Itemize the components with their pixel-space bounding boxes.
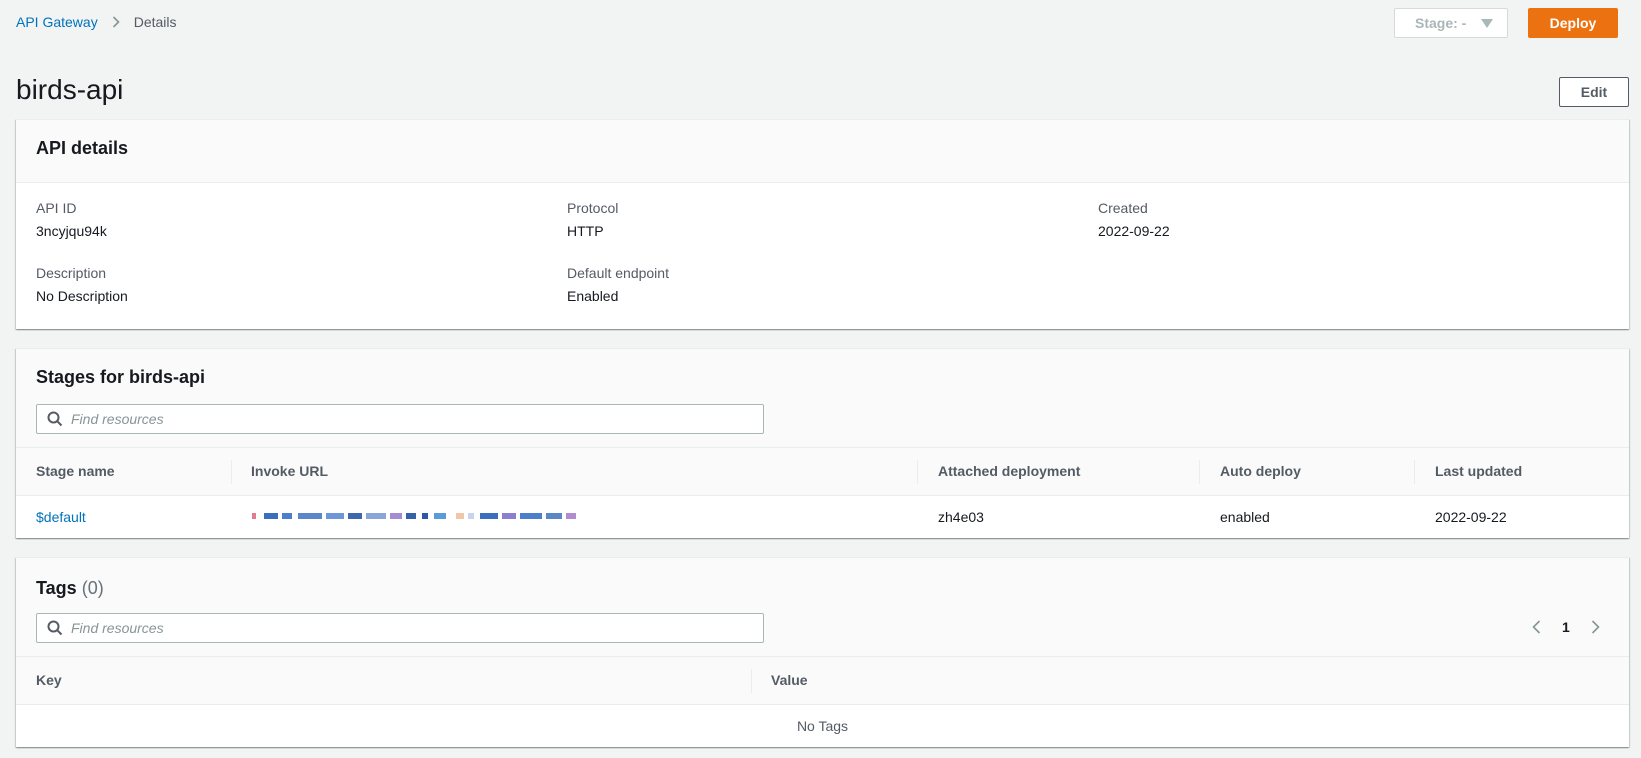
- stage-select-label: Stage: -: [1415, 15, 1467, 31]
- column-divider: [1414, 460, 1415, 484]
- tags-empty-message: No Tags: [796, 718, 849, 734]
- stages-panel: Stages for birds-api Stage name Invoke U…: [16, 348, 1629, 538]
- breadcrumb-current: Details: [133, 14, 177, 30]
- default-endpoint-value: Enabled: [567, 288, 619, 304]
- description-value: No Description: [36, 288, 128, 304]
- description-field: Description No Description: [36, 265, 128, 304]
- tags-title-text: Tags: [36, 578, 77, 598]
- tags-panel: Tags (0) Key Value No Tags: [16, 557, 1629, 747]
- column-divider: [917, 460, 918, 484]
- search-icon: [47, 620, 63, 636]
- default-endpoint-label: Default endpoint: [567, 265, 669, 281]
- tags-title: Tags (0): [36, 578, 104, 599]
- stages-search-box: [36, 404, 764, 434]
- breadcrumb: API Gateway Details: [16, 14, 177, 30]
- column-divider: [231, 460, 232, 484]
- attached-deployment-value: zh4e03: [938, 509, 984, 525]
- created-label: Created: [1098, 200, 1148, 216]
- protocol-label: Protocol: [567, 200, 619, 216]
- stage-select[interactable]: Stage: -: [1394, 8, 1508, 38]
- created-field: Created 2022-09-22: [1098, 200, 1170, 239]
- col-invoke-url[interactable]: Invoke URL: [251, 463, 328, 479]
- col-attached-deployment[interactable]: Attached deployment: [938, 463, 1080, 479]
- col-key[interactable]: Key: [36, 672, 62, 688]
- invoke-url-redacted[interactable]: [252, 511, 576, 521]
- api-details-panel: API details API ID 3ncyjqu94k Protocol H…: [16, 119, 1629, 329]
- created-value: 2022-09-22: [1098, 223, 1170, 239]
- chevron-right-icon[interactable]: [1590, 619, 1602, 635]
- stage-name-link[interactable]: $default: [36, 509, 86, 525]
- chevron-right-icon: [112, 15, 122, 29]
- api-id-value: 3ncyjqu94k: [36, 223, 107, 239]
- default-endpoint-field: Default endpoint Enabled: [567, 265, 669, 304]
- protocol-value: HTTP: [567, 223, 604, 239]
- chevron-left-icon[interactable]: [1530, 619, 1542, 635]
- edit-button[interactable]: Edit: [1559, 77, 1629, 107]
- last-updated-value: 2022-09-22: [1435, 509, 1507, 525]
- top-bar: API Gateway Details Stage: - Deploy: [0, 0, 1641, 46]
- api-id-field: API ID 3ncyjqu94k: [36, 200, 107, 239]
- page-title: birds-api: [16, 74, 124, 105]
- stages-title: Stages for birds-api: [36, 367, 206, 387]
- col-last-updated[interactable]: Last updated: [1435, 463, 1522, 479]
- tags-count: (0): [81, 578, 104, 598]
- col-stage-name[interactable]: Stage name: [36, 463, 115, 479]
- stages-header: Stages for birds-api: [16, 349, 1629, 448]
- search-icon: [47, 411, 63, 427]
- protocol-field: Protocol HTTP: [567, 200, 618, 239]
- tags-search-box: [36, 613, 764, 643]
- page-number[interactable]: 1: [1562, 619, 1570, 635]
- column-divider: [751, 669, 752, 693]
- description-label: Description: [36, 265, 107, 281]
- tags-search-input[interactable]: [71, 618, 751, 638]
- col-value[interactable]: Value: [771, 672, 808, 688]
- api-id-label: API ID: [36, 200, 77, 216]
- deploy-button[interactable]: Deploy: [1528, 8, 1618, 38]
- table-row: $default zh4e03 enabled 2022-09-22: [16, 497, 1629, 539]
- tags-table-header: Key Value: [16, 657, 1629, 705]
- api-details-header: API details: [16, 120, 1629, 183]
- caret-down-icon: [1481, 19, 1493, 28]
- tags-header: Tags (0): [16, 558, 1629, 657]
- stages-table-header: Stage name Invoke URL Attached deploymen…: [16, 448, 1629, 496]
- stages-search-input[interactable]: [71, 409, 751, 429]
- tags-pagination: 1: [1530, 612, 1620, 642]
- api-details-title: API details: [36, 138, 129, 158]
- breadcrumb-api-gateway-link[interactable]: API Gateway: [16, 14, 98, 30]
- auto-deploy-value: enabled: [1220, 509, 1270, 525]
- column-divider: [1199, 460, 1200, 484]
- col-auto-deploy[interactable]: Auto deploy: [1220, 463, 1301, 479]
